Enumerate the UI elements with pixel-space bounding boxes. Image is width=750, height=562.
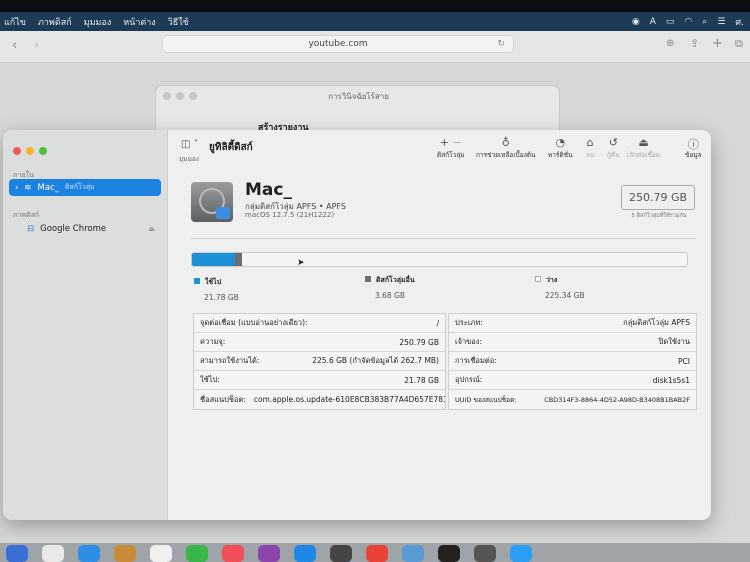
dock-app-icon[interactable] <box>186 545 208 562</box>
dock-app-icon[interactable] <box>150 545 172 562</box>
screen-bezel <box>0 0 750 12</box>
stethoscope-icon: ♁ <box>501 136 510 149</box>
swatch <box>194 278 200 284</box>
close-button[interactable] <box>13 147 21 155</box>
eject-icon[interactable]: ⏏ <box>148 225 155 233</box>
info-row: ความจุ: 250.79 GB <box>194 333 445 352</box>
dock-app-icon[interactable] <box>510 545 532 562</box>
input-source-icon[interactable]: A <box>650 17 656 27</box>
divider <box>191 238 696 239</box>
usage-segment-other <box>234 253 243 266</box>
sidebar: ภายใน › ≋ Mac_ ดิสก์โวลุ่ม ภาพดิสก์ ⊟ Go… <box>3 130 168 520</box>
dock-app-icon[interactable] <box>258 545 280 562</box>
dock-app-icon[interactable] <box>42 545 64 562</box>
battery-icon[interactable]: ▭ <box>666 17 675 27</box>
window-title: ยูทิลิตี้ดิสก์ <box>209 142 253 153</box>
menu-help[interactable]: วิธีใช้ <box>168 15 189 29</box>
info-row: อุปกรณ์: disk1s5s1 <box>449 371 696 390</box>
info-row: จุดต่อเชื่อม (แบบอ่านอย่างเดียว): / <box>194 314 445 333</box>
swatch <box>365 276 371 282</box>
reload-icon[interactable]: ↻ <box>497 36 505 53</box>
menu-view[interactable]: มุมมอง <box>84 15 112 29</box>
tabs-icon[interactable]: ⧉ <box>735 37 743 51</box>
partition-button[interactable]: ◔ พาร์ติชั่น <box>548 136 573 160</box>
shared-volumes-note: 5 ดิสก์โวลุ่มที่ใช้ร่วมกัน <box>631 213 687 219</box>
swatch <box>535 276 541 282</box>
legend-used: ใช้ไป 21.78 GB <box>194 277 239 302</box>
unmount-button[interactable]: ⏏ เลิกต่อเชื่อม <box>627 136 660 160</box>
info-row: เจ้าของ: ปิดใช้งาน <box>449 333 696 352</box>
wifi-icon[interactable]: ◠ <box>684 17 692 27</box>
info-row: การเชื่อมต่อ: PCI <box>449 352 696 371</box>
dock-app-icon[interactable] <box>78 545 100 562</box>
sidebar-toggle-icon[interactable]: ◫ ˅ <box>181 139 199 150</box>
disk-image-icon: ⊟ <box>27 223 35 234</box>
volume-stack-icon: ≋ <box>24 182 32 193</box>
item-sub: ดิสก์โวลุ่ม <box>65 183 95 191</box>
dock-app-icon[interactable] <box>366 545 388 562</box>
restore-icon: ↺ <box>608 136 618 149</box>
erase-button[interactable]: ⌂ ลบ <box>586 136 594 160</box>
address-bar[interactable]: youtube.com ↻ <box>162 35 514 53</box>
search-icon[interactable]: ⌕ <box>702 17 707 27</box>
dock-app-icon[interactable] <box>474 545 496 562</box>
url-text: youtube.com <box>308 39 368 49</box>
dock-app-icon[interactable] <box>438 545 460 562</box>
info-row: UUID ของสแนปช็อต: CBD314F3-8864-4D52-A98D… <box>455 395 690 404</box>
volume-size-badge: 250.79 GB <box>621 185 695 210</box>
window-title: การวินิจฉัยไร้สาย <box>328 92 389 101</box>
item-name: Google Chrome <box>40 223 107 234</box>
record-icon[interactable]: ◉ <box>632 17 640 27</box>
download-icon[interactable]: ⊕ <box>666 38 674 49</box>
volume-add-remove-button[interactable]: + − ดิสก์โวลุ่ม <box>437 136 465 160</box>
share-icon[interactable]: ⇪ <box>690 37 699 50</box>
info-row: ใช้ไป: 21.78 GB <box>194 371 445 390</box>
info-table-right: ประเภท: กลุ่มดิสก์โวลุ่ม APFS เจ้าของ: ปิด… <box>448 313 697 410</box>
info-table-left: จุดต่อเชื่อม (แบบอ่านอย่างเดียว): / ความจ… <box>193 313 446 410</box>
disclosure-icon[interactable]: › <box>15 183 18 193</box>
minimize-button[interactable] <box>26 147 34 155</box>
first-aid-button[interactable]: ♁ การช่วยเหลือเบื้องต้น <box>476 136 535 160</box>
volume-name: Mac_ <box>245 180 292 200</box>
dock-app-icon[interactable] <box>114 545 136 562</box>
info-row: ประเภท: กลุ่มดิสก์โวลุ่ม APFS <box>449 314 696 333</box>
main-pane: ◫ ˅ มุมมอง ยูทิลิตี้ดิสก์ + − ดิสก์โวลุ่ม… <box>169 130 711 520</box>
usage-bar <box>191 252 688 267</box>
dock-app-icon[interactable] <box>330 545 352 562</box>
eject-icon: ⏏ <box>638 136 649 149</box>
hard-disk-icon <box>191 182 233 222</box>
item-name: Mac_ <box>37 182 59 193</box>
back-icon[interactable]: ‹ <box>12 38 17 53</box>
erase-icon: ⌂ <box>586 136 594 149</box>
menu-window[interactable]: หน้าต่าง <box>123 15 155 29</box>
legend-free: ว่าง 225.34 GB <box>535 275 585 300</box>
disk-utility-window: ภายใน › ≋ Mac_ ดิสก์โวลุ่ม ภาพดิสก์ ⊟ Go… <box>3 130 711 520</box>
status-menus: ◉ A ▭ ◠ ⌕ ☰ ศ. <box>632 12 744 31</box>
sidebar-item-google-chrome[interactable]: ⊟ Google Chrome ⏏ <box>9 220 161 237</box>
control-center-icon[interactable]: ☰ <box>717 17 725 27</box>
dock-app-icon[interactable] <box>294 545 316 562</box>
restore-button[interactable]: ↺ กู้คืน <box>607 136 620 160</box>
info-icon: ⓘ <box>687 138 699 151</box>
dock-app-icon[interactable] <box>402 545 424 562</box>
dock-app-icon[interactable] <box>6 545 28 562</box>
dock <box>0 543 750 562</box>
view-label: มุมมอง <box>179 155 199 163</box>
info-button[interactable]: ⓘ ข้อมูล <box>685 136 702 160</box>
new-tab-icon[interactable]: + <box>712 36 723 51</box>
menu-edit[interactable]: แก้ไข <box>4 15 26 29</box>
usage-segment-used <box>192 253 235 266</box>
sidebar-item-mac[interactable]: › ≋ Mac_ ดิสก์โวลุ่ม <box>9 179 161 196</box>
info-row: ชื่อสแนปช็อต: com.apple.os.update-610E8CB… <box>200 394 445 405</box>
info-row: สามารถใช้งานได้: 225.6 GB (กำจัดข้อมูลได้… <box>194 352 445 371</box>
zoom-button[interactable] <box>39 147 47 155</box>
mouse-cursor-icon: ➤ <box>297 258 305 268</box>
dock-app-icon[interactable] <box>222 545 244 562</box>
forward-icon[interactable]: › <box>34 38 39 53</box>
partition-icon: ◔ <box>555 136 566 149</box>
clock[interactable]: ศ. <box>735 15 744 29</box>
menu-disk-image[interactable]: ภาพดิสก์ <box>38 15 72 29</box>
volume-os: macOS 12.7.5 (21H1222) <box>245 211 335 219</box>
legend-other-volumes: ดิสก์โวลุ่มอื่น 3.68 GB <box>365 275 415 300</box>
